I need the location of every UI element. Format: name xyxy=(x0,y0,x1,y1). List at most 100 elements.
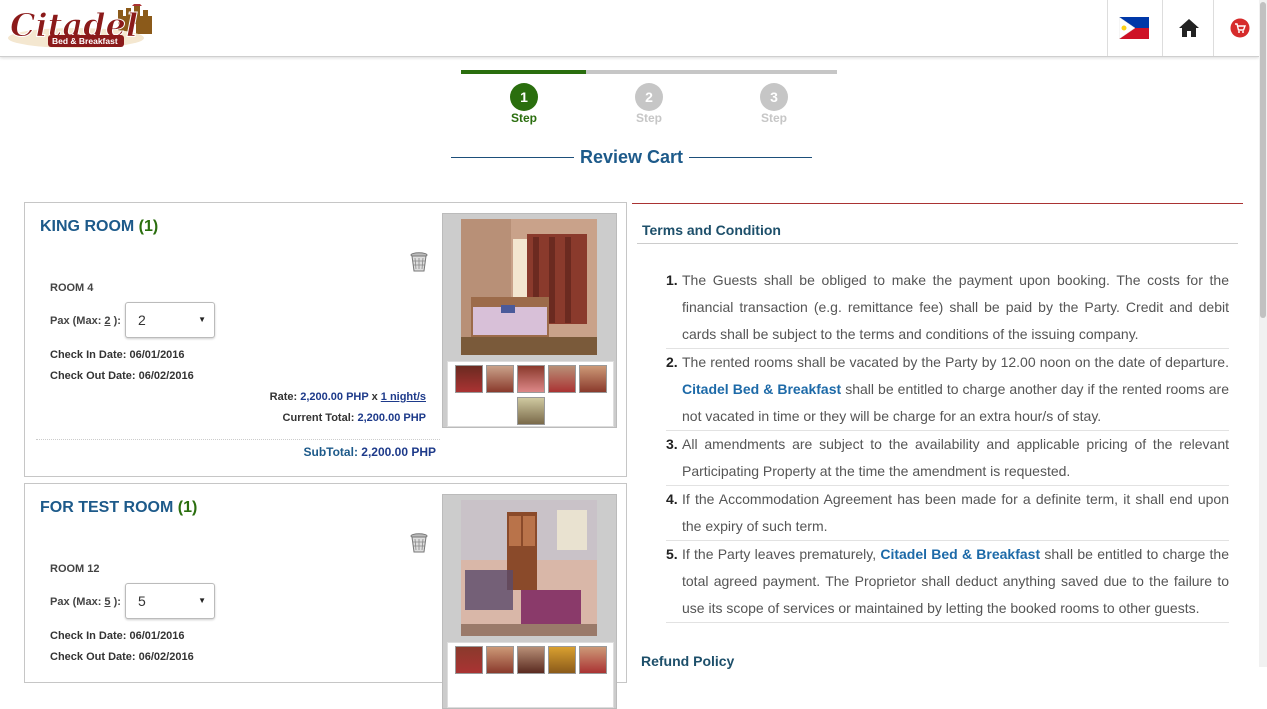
room-title: KING ROOM (1) xyxy=(40,218,158,236)
terms-item: 5. If the Party leaves prematurely, Cita… xyxy=(666,541,1229,623)
photo-thumbnails xyxy=(447,361,614,427)
check-out-date: Check Out Date: 06/02/2016 xyxy=(50,370,194,382)
terms-item: 3. All amendments are subject to the ava… xyxy=(666,431,1229,486)
photo-thumbnails xyxy=(447,642,614,708)
dropdown-arrow-icon: ▼ xyxy=(198,596,206,605)
nights-link[interactable]: 1 night/s xyxy=(381,391,426,403)
brand-name: Citadel Bed & Breakfast xyxy=(880,546,1041,562)
room-number: ROOM 4 xyxy=(50,282,94,294)
terms-item: 2. The rented rooms shall be vacated by … xyxy=(666,349,1229,431)
step-label: Step xyxy=(510,111,537,125)
subtotal-line: SubTotal: 2,200.00 PHP xyxy=(304,445,437,459)
check-in-value: 06/01/2016 xyxy=(129,630,185,642)
philippines-flag-icon xyxy=(1118,17,1149,39)
room-card: KING ROOM (1) ROOM 4 Pax (Max: 2 ): 2 ▼ … xyxy=(24,202,627,477)
room-main-photo[interactable] xyxy=(461,219,597,355)
rate-label: Rate: xyxy=(269,391,298,403)
step-label: Step xyxy=(635,111,662,125)
terms-item: 4. If the Accommodation Agreement has be… xyxy=(666,486,1229,541)
brand-name: Citadel Bed & Breakfast xyxy=(682,381,842,397)
check-in-value: 06/01/2016 xyxy=(129,349,185,361)
remove-room-button[interactable] xyxy=(410,532,430,554)
photo-thumbnail[interactable] xyxy=(548,646,576,674)
pax-select[interactable]: 5 ▼ xyxy=(125,583,215,619)
room-name: FOR TEST ROOM xyxy=(40,499,174,516)
cart-icon xyxy=(1230,18,1249,38)
language-flag-button[interactable] xyxy=(1107,0,1159,56)
title-rule-left xyxy=(451,156,574,158)
rate-line: Rate: 2,200.00 PHP x 1 night/s xyxy=(270,391,426,403)
terms-item-text: If the Party leaves prematurely, xyxy=(682,546,881,562)
page-scrollbar[interactable] xyxy=(1259,0,1267,667)
check-out-label: Check Out Date: xyxy=(50,651,136,663)
pax-label-text: Pax (Max: xyxy=(50,596,105,608)
pax-label: Pax (Max: 2 ): xyxy=(50,315,121,327)
pax-label-end: ): xyxy=(110,315,121,327)
room-photo-gallery xyxy=(442,213,617,428)
room-photo-gallery xyxy=(442,494,617,709)
pax-select-value: 5 xyxy=(138,593,146,609)
step-number: 3 xyxy=(760,83,788,111)
subtotal-value: 2,200.00 PHP xyxy=(361,445,436,459)
room-main-photo[interactable] xyxy=(461,500,597,636)
check-out-value: 06/02/2016 xyxy=(138,370,194,382)
page-title: Review Cart xyxy=(451,146,813,168)
trash-icon xyxy=(410,252,428,272)
photo-thumbnail[interactable] xyxy=(548,365,576,393)
photo-thumbnail[interactable] xyxy=(579,365,607,393)
dropdown-arrow-icon: ▼ xyxy=(198,315,206,324)
photo-thumbnail[interactable] xyxy=(517,397,545,425)
subtotal-label: SubTotal: xyxy=(303,445,358,459)
terms-item-number: 1. xyxy=(666,272,678,288)
rate-times: x xyxy=(371,391,378,403)
terms-item-text: If the Accommodation Agreement has been … xyxy=(682,491,1229,534)
home-button[interactable] xyxy=(1162,0,1214,56)
check-out-value: 06/02/2016 xyxy=(138,651,194,663)
cart-button[interactable] xyxy=(1213,0,1265,56)
photo-thumbnail[interactable] xyxy=(517,646,545,674)
terms-item-text: The rented rooms shall be vacated by the… xyxy=(682,354,1229,370)
check-in-label: Check In Date: xyxy=(50,630,127,642)
photo-thumbnail[interactable] xyxy=(486,365,514,393)
step-label: Step xyxy=(760,111,787,125)
rate-value: 2,200.00 PHP xyxy=(300,391,369,403)
terms-item-number: 2. xyxy=(666,354,678,370)
photo-thumbnail[interactable] xyxy=(486,646,514,674)
photo-thumbnail[interactable] xyxy=(579,646,607,674)
step-1: 1 Step xyxy=(494,83,554,125)
current-total-value: 2,200.00 PHP xyxy=(357,412,427,424)
terms-item-number: 4. xyxy=(666,491,678,507)
remove-room-button[interactable] xyxy=(410,251,430,273)
logo-sub-text: Bed & Breakfast xyxy=(52,36,118,46)
check-in-date: Check In Date: 06/01/2016 xyxy=(50,349,185,361)
room-count: (1) xyxy=(177,499,198,516)
pax-select-value: 2 xyxy=(138,312,146,328)
step-2: 2 Step xyxy=(619,83,679,125)
citadel-logo[interactable]: Citadel Bed & Breakfast xyxy=(6,1,158,50)
check-out-date: Check Out Date: 06/02/2016 xyxy=(50,651,194,663)
pax-label-end: ): xyxy=(110,596,121,608)
terms-title-rule xyxy=(637,243,1238,244)
room-name: KING ROOM xyxy=(40,218,135,235)
pax-label: Pax (Max: 5 ): xyxy=(50,596,121,608)
scrollbar-thumb[interactable] xyxy=(1260,2,1266,318)
room-title: FOR TEST ROOM (1) xyxy=(40,499,197,517)
room-number: ROOM 12 xyxy=(50,563,100,575)
step-progress-fill xyxy=(461,70,586,74)
top-header: Citadel Bed & Breakfast xyxy=(0,0,1259,57)
terms-item: 1. The Guests shall be obliged to make t… xyxy=(666,267,1229,349)
trash-icon xyxy=(410,533,428,553)
current-total-label: Current Total: xyxy=(282,412,355,424)
photo-thumbnail[interactable] xyxy=(455,365,483,393)
terms-item-number: 5. xyxy=(666,546,678,562)
step-number: 2 xyxy=(635,83,663,111)
photo-thumbnail[interactable] xyxy=(455,646,483,674)
terms-item-text: All amendments are subject to the availa… xyxy=(682,436,1229,479)
home-icon xyxy=(1178,19,1199,37)
subtotal-divider xyxy=(36,439,440,440)
terms-item-text: The Guests shall be obliged to make the … xyxy=(682,272,1229,342)
photo-thumbnail[interactable] xyxy=(517,365,545,393)
step-3: 3 Step xyxy=(744,83,804,125)
terms-list: 1. The Guests shall be obliged to make t… xyxy=(666,267,1229,623)
pax-select[interactable]: 2 ▼ xyxy=(125,302,215,338)
